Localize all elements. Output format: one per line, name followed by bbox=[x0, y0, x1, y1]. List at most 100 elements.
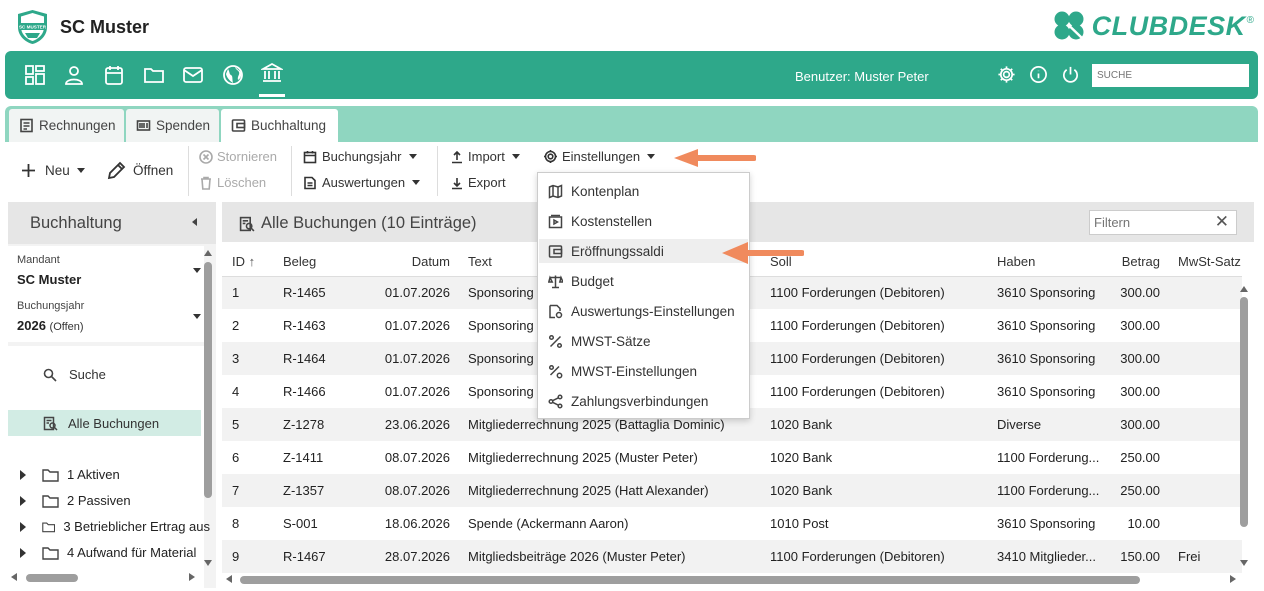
table-cell: 150.00 bbox=[1103, 540, 1168, 573]
scroll-down-icon[interactable] bbox=[204, 560, 212, 566]
table-row[interactable]: 9 R-1467 28.07.2026 Mitgliedsbeiträge 2026 … bbox=[222, 540, 1242, 573]
mandant-value[interactable]: SC Muster bbox=[17, 272, 81, 287]
collapse-icon[interactable] bbox=[192, 218, 197, 226]
column-header-datum[interactable]: Datum bbox=[365, 248, 458, 277]
scroll-left-icon[interactable] bbox=[226, 575, 232, 583]
globe-icon[interactable] bbox=[222, 64, 244, 86]
export-button[interactable]: Export bbox=[450, 175, 506, 190]
scroll-up-icon[interactable] bbox=[204, 250, 212, 256]
stornieren-button[interactable]: Stornieren bbox=[199, 149, 277, 164]
bank-icon[interactable] bbox=[259, 62, 285, 84]
left-vertical-scrollbar[interactable] bbox=[204, 262, 212, 498]
menu-item-zahlungsverbindungen[interactable]: Zahlungsverbindungen bbox=[539, 389, 748, 413]
tree-item[interactable]: 3 Betrieblicher Ertrag aus bbox=[20, 519, 210, 534]
chevron-down-icon[interactable] bbox=[193, 314, 201, 319]
chevron-down-icon[interactable] bbox=[193, 268, 201, 273]
scroll-left-icon[interactable] bbox=[11, 573, 17, 581]
tree-item[interactable]: 2 Passiven bbox=[20, 493, 210, 508]
tree-item[interactable]: 1 Aktiven bbox=[20, 467, 210, 482]
menu-item-label: Kostenstellen bbox=[571, 213, 653, 229]
table-cell: 3610 Sponsoring bbox=[997, 516, 1096, 531]
scroll-up-icon[interactable] bbox=[1240, 286, 1248, 292]
table-cell: 01.07.2026 bbox=[384, 318, 450, 333]
tree-item[interactable]: 4 Aufwand für Material bbox=[20, 545, 210, 560]
expand-icon[interactable] bbox=[20, 521, 26, 532]
suche-label: Suche bbox=[69, 367, 106, 382]
filter-field[interactable]: ✕ bbox=[1089, 210, 1237, 235]
column-header-haben[interactable]: Haben bbox=[987, 248, 1103, 277]
expand-icon[interactable] bbox=[20, 495, 26, 506]
tree-item-label: 4 Aufwand für Material bbox=[67, 545, 197, 560]
power-icon[interactable] bbox=[1061, 65, 1080, 84]
table-cell: 1010 Post bbox=[770, 516, 829, 531]
table-cell: 3 bbox=[222, 342, 273, 375]
dashboard-icon[interactable] bbox=[24, 64, 46, 86]
table-cell: 9 bbox=[222, 540, 273, 573]
table-cell: 01.07.2026 bbox=[365, 342, 458, 375]
table-row[interactable]: 6 Z-1411 08.07.2026 Mitgliederrechnung 2025… bbox=[222, 441, 1242, 474]
table-row[interactable]: 7 Z-1357 08.07.2026 Mitgliederrechnung 2025… bbox=[222, 474, 1242, 507]
table-cell: 250.00 bbox=[1103, 474, 1168, 507]
calendar-icon[interactable] bbox=[103, 64, 125, 86]
search-list-icon bbox=[43, 416, 58, 431]
column-header-mwst[interactable]: MwSt-Satz bbox=[1168, 248, 1242, 277]
auswertungen-button[interactable]: Auswertungen bbox=[303, 175, 421, 190]
expand-icon[interactable] bbox=[20, 469, 26, 480]
new-button[interactable]: Neu bbox=[20, 162, 85, 179]
scroll-down-icon[interactable] bbox=[1240, 560, 1248, 566]
column-header-id[interactable]: ID ↑ bbox=[222, 248, 273, 277]
table-cell: 300.00 bbox=[1103, 408, 1168, 441]
tab-rechnungen[interactable]: Rechnungen bbox=[9, 109, 124, 142]
einstellungen-button[interactable]: Einstellungen bbox=[543, 149, 656, 164]
menu-item-eroeffnungssaldi[interactable]: Eröffnungssaldi bbox=[539, 239, 748, 263]
jahr-select[interactable]: 2026 (Offen) bbox=[17, 318, 84, 333]
scroll-right-icon[interactable] bbox=[189, 573, 195, 581]
menu-item-auswertungs-einstellungen[interactable]: Auswertungs-Einstellungen bbox=[539, 299, 748, 323]
menu-item-kontenplan[interactable]: Kontenplan bbox=[539, 179, 748, 203]
menu-item-budget[interactable]: Budget bbox=[539, 269, 748, 293]
clear-filter-icon[interactable]: ✕ bbox=[1215, 212, 1229, 232]
table-cell: 1100 Forderungen (Debitoren) bbox=[760, 540, 987, 573]
cancel-circle-icon bbox=[199, 149, 213, 164]
column-header-beleg[interactable]: Beleg bbox=[273, 248, 365, 277]
table-cell: R-1466 bbox=[283, 384, 326, 399]
buchungsjahr-button[interactable]: Buchungsjahr bbox=[303, 149, 417, 164]
filter-input[interactable] bbox=[1090, 211, 1210, 234]
left-horizontal-scrollbar[interactable] bbox=[26, 574, 78, 582]
list-title: Alle Buchungen (10 Einträge) bbox=[239, 214, 477, 233]
table-cell: R-1465 bbox=[273, 276, 365, 309]
clover-icon bbox=[1054, 11, 1084, 40]
table-cell: 01.07.2026 bbox=[384, 384, 450, 399]
einstellungen-label: Einstellungen bbox=[562, 149, 641, 164]
menu-item-mwst-saetze[interactable]: MWST-Sätze bbox=[539, 329, 748, 353]
mail-icon[interactable] bbox=[182, 64, 204, 86]
person-icon[interactable] bbox=[63, 64, 85, 86]
scroll-right-icon[interactable] bbox=[1230, 575, 1236, 583]
column-header-betrag[interactable]: Betrag bbox=[1103, 248, 1168, 277]
global-search-input[interactable] bbox=[1092, 64, 1249, 87]
open-button[interactable]: Öffnen bbox=[106, 160, 173, 181]
table-cell bbox=[1168, 375, 1242, 408]
nav-alle-buchungen[interactable]: Alle Buchungen bbox=[8, 410, 201, 436]
expand-icon[interactable] bbox=[20, 547, 26, 558]
share-icon bbox=[548, 393, 563, 409]
delete-button[interactable]: Löschen bbox=[199, 175, 266, 190]
tab-buchhaltung[interactable]: Buchhaltung bbox=[221, 109, 338, 142]
menu-item-label: Zahlungsverbindungen bbox=[571, 393, 709, 409]
main-horizontal-scrollbar[interactable] bbox=[240, 576, 1140, 584]
menu-item-label: Kontenplan bbox=[571, 183, 640, 199]
trash-icon bbox=[201, 176, 211, 190]
brand-registered: ® bbox=[1246, 14, 1254, 26]
nav-suche[interactable]: Suche bbox=[43, 367, 106, 382]
menu-item-kostenstellen[interactable]: Kostenstellen bbox=[539, 209, 748, 233]
gear-icon[interactable] bbox=[997, 65, 1016, 84]
folder-icon[interactable] bbox=[143, 64, 165, 86]
info-icon[interactable] bbox=[1029, 65, 1048, 84]
import-button[interactable]: Import bbox=[450, 149, 520, 164]
table-cell: 300.00 bbox=[1120, 318, 1160, 333]
menu-item-mwst-einstellungen[interactable]: MWST-Einstellungen bbox=[539, 359, 748, 383]
table-row[interactable]: 8 S-001 18.06.2026 Spende (Ackermann Aaron)… bbox=[222, 507, 1242, 540]
main-vertical-scrollbar[interactable] bbox=[1240, 297, 1248, 527]
tab-spenden[interactable]: Spenden bbox=[126, 109, 219, 142]
table-cell: Diverse bbox=[987, 408, 1103, 441]
